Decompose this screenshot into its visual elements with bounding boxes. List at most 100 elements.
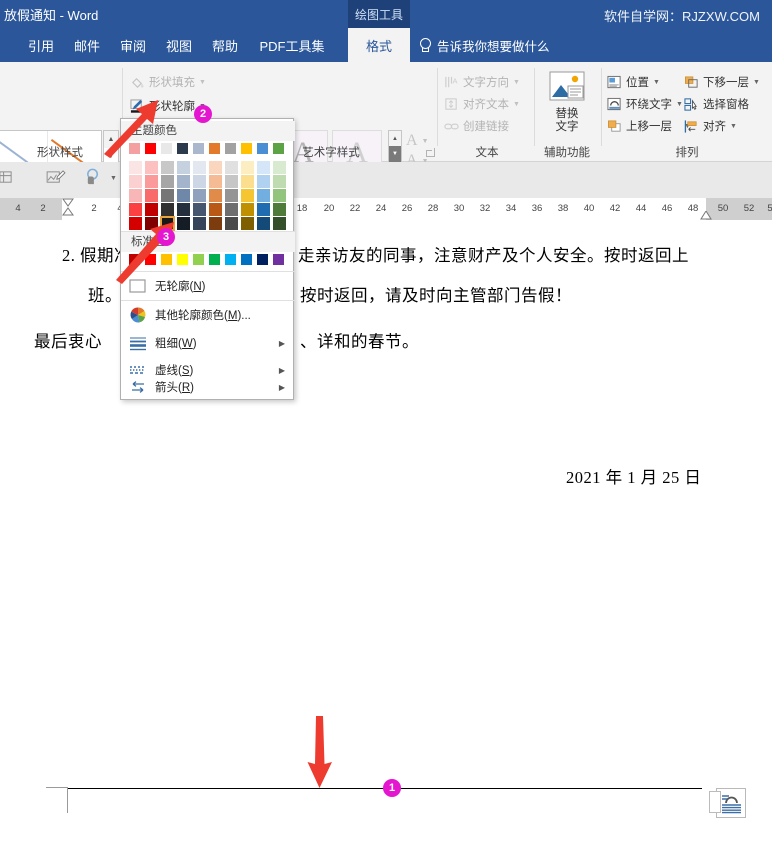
theme-swatch[interactable] — [145, 175, 158, 188]
align-text-button[interactable]: 对齐文本 ▼ — [444, 94, 520, 114]
theme-swatch[interactable] — [129, 161, 142, 174]
menu-item-more-outline-colors[interactable]: 其他轮廓颜色(M)... — [121, 303, 295, 327]
theme-swatch[interactable] — [273, 203, 286, 216]
selection-pane-button[interactable]: 选择窗格 — [684, 94, 749, 114]
theme-swatch[interactable] — [225, 217, 238, 230]
menu-item-line-weight[interactable]: 粗细(W) ▶ — [121, 331, 295, 355]
theme-swatch[interactable] — [161, 189, 174, 202]
theme-swatch[interactable] — [128, 142, 141, 155]
theme-swatch[interactable] — [145, 203, 158, 216]
theme-swatch[interactable] — [177, 189, 190, 202]
chevron-down-icon[interactable]: ▼ — [513, 101, 520, 108]
theme-swatch[interactable] — [209, 161, 222, 174]
theme-swatch[interactable] — [208, 142, 221, 155]
standard-swatch[interactable] — [272, 253, 285, 266]
theme-swatch[interactable] — [241, 161, 254, 174]
standard-swatch[interactable] — [240, 253, 253, 266]
align-objects-button[interactable]: 对齐 ▼ — [684, 116, 737, 136]
theme-swatch[interactable] — [161, 175, 174, 188]
shape-outline-dropdown[interactable]: 主题颜色 标准色 无轮廓(N) 其他轮廓颜色(M)... 粗细(W) ▶ 虚线(… — [120, 118, 295, 400]
theme-swatch[interactable] — [193, 203, 206, 216]
theme-colors-base-row[interactable] — [128, 142, 285, 155]
bring-forward-button[interactable]: 上移一层 ▼ — [607, 116, 691, 136]
theme-swatch[interactable] — [193, 189, 206, 202]
tell-me-box[interactable]: 告诉我你想要做什么 — [418, 28, 550, 62]
theme-swatch[interactable] — [241, 217, 254, 230]
chevron-down-icon[interactable]: ▼ — [199, 79, 206, 86]
theme-swatch[interactable] — [257, 175, 270, 188]
theme-swatch[interactable] — [257, 161, 270, 174]
theme-swatch[interactable] — [225, 175, 238, 188]
theme-swatch[interactable] — [177, 161, 190, 174]
theme-swatch[interactable] — [193, 161, 206, 174]
theme-swatch[interactable] — [193, 175, 206, 188]
theme-swatch[interactable] — [209, 189, 222, 202]
tab-view[interactable]: 视图 — [156, 28, 202, 62]
tab-references[interactable]: 引用 — [18, 28, 64, 62]
theme-colors-variants-grid[interactable] — [129, 161, 286, 231]
theme-swatch[interactable] — [240, 142, 253, 155]
chevron-down-icon[interactable]: ▼ — [753, 79, 760, 86]
chevron-down-icon[interactable]: ▼ — [730, 123, 737, 130]
theme-swatch[interactable] — [257, 203, 270, 216]
theme-swatch[interactable] — [273, 175, 286, 188]
theme-swatch[interactable] — [273, 189, 286, 202]
position-button[interactable]: 位置 ▼ — [607, 72, 660, 92]
document-canvas[interactable]: 2. 假期准备 走亲访友的同事，注意财产及个人安全。按时返回上 班。 按时返回，… — [0, 220, 772, 852]
theme-swatch[interactable] — [257, 189, 270, 202]
theme-swatch[interactable] — [193, 217, 206, 230]
standard-swatch[interactable] — [176, 253, 189, 266]
horizontal-ruler[interactable]: 4 2 2 4 6 8 10 12 14 16 18 20 22 24 26 2… — [0, 198, 772, 220]
theme-swatch[interactable] — [176, 142, 189, 155]
theme-swatch[interactable] — [241, 189, 254, 202]
theme-swatch[interactable] — [225, 203, 238, 216]
chevron-down-icon[interactable]: ▼ — [676, 101, 683, 108]
theme-swatch[interactable] — [224, 142, 237, 155]
theme-swatch[interactable] — [192, 142, 205, 155]
standard-swatch[interactable] — [128, 253, 141, 266]
layout-options-button[interactable] — [709, 788, 746, 818]
theme-swatch[interactable] — [209, 217, 222, 230]
chevron-down-icon[interactable]: ▼ — [422, 137, 429, 145]
theme-swatch[interactable] — [209, 203, 222, 216]
chevron-down-icon[interactable]: ▼ — [110, 175, 117, 182]
standard-swatch[interactable] — [160, 253, 173, 266]
standard-swatch[interactable] — [192, 253, 205, 266]
theme-swatch[interactable] — [161, 203, 174, 216]
paste-options-icon[interactable] — [84, 168, 103, 192]
standard-swatch[interactable] — [224, 253, 237, 266]
theme-swatch[interactable] — [129, 217, 142, 230]
theme-swatch[interactable] — [241, 175, 254, 188]
table-icon[interactable] — [0, 170, 13, 190]
theme-swatch[interactable] — [177, 203, 190, 216]
edit-chart-icon[interactable] — [46, 170, 67, 190]
theme-swatch[interactable] — [257, 217, 270, 230]
shape-fill-button[interactable]: 形状填充 ▼ — [130, 72, 206, 92]
theme-swatch[interactable] — [177, 217, 190, 230]
send-backward-button[interactable]: 下移一层 ▼ — [684, 72, 760, 92]
gallery-up-icon[interactable]: ▲ — [389, 131, 401, 146]
text-direction-button[interactable]: A 文字方向 ▼ — [444, 72, 520, 92]
standard-swatch[interactable] — [144, 253, 157, 266]
tab-format[interactable]: 格式 — [348, 28, 410, 62]
chevron-down-icon[interactable]: ▼ — [513, 79, 520, 86]
theme-swatch[interactable] — [177, 175, 190, 188]
theme-swatch[interactable] — [225, 189, 238, 202]
first-line-indent-marker[interactable] — [62, 198, 74, 216]
theme-swatch[interactable] — [241, 203, 254, 216]
wrap-text-button[interactable]: 环绕文字 ▼ — [607, 94, 683, 114]
theme-swatch[interactable] — [129, 203, 142, 216]
theme-swatch[interactable] — [160, 142, 173, 155]
alt-text-button[interactable]: 替换 文字 — [539, 70, 595, 134]
gallery-down-icon[interactable]: ▼ — [389, 146, 401, 161]
theme-swatch[interactable] — [145, 217, 158, 230]
theme-swatch[interactable] — [144, 142, 157, 155]
theme-swatch[interactable] — [256, 142, 269, 155]
theme-swatch[interactable] — [129, 189, 142, 202]
theme-swatch[interactable] — [273, 217, 286, 230]
wordart-dialog-launcher[interactable] — [426, 148, 435, 157]
tab-mailings[interactable]: 邮件 — [64, 28, 110, 62]
theme-swatch[interactable] — [273, 161, 286, 174]
tab-help[interactable]: 帮助 — [202, 28, 248, 62]
tab-review[interactable]: 审阅 — [110, 28, 156, 62]
